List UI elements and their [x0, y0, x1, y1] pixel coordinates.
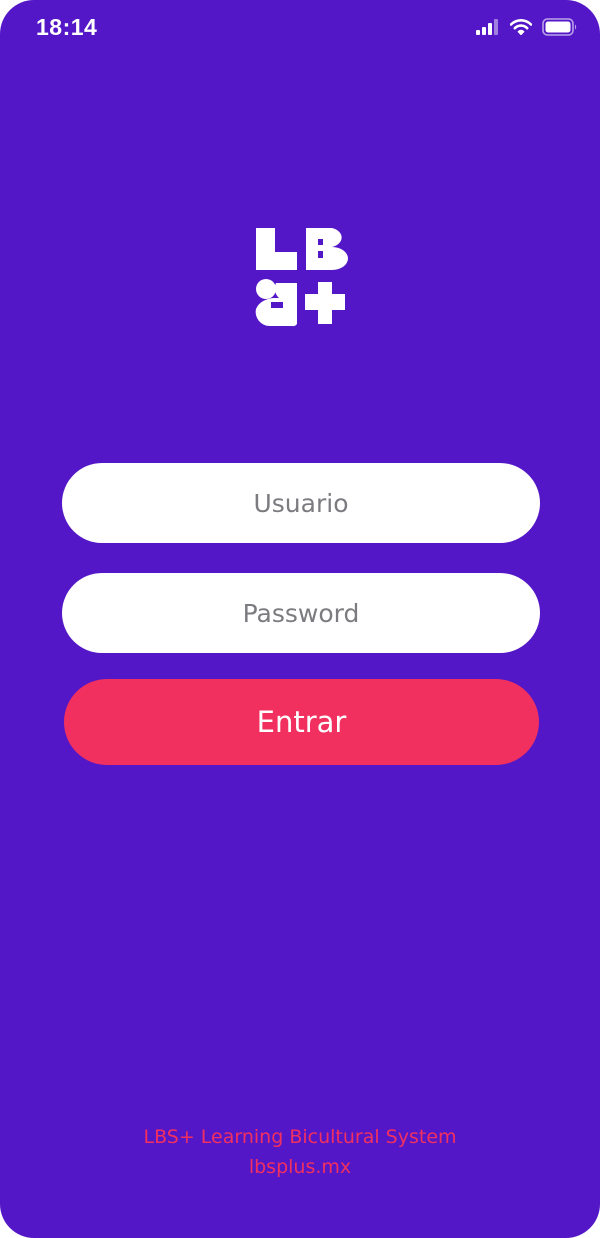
wifi-icon	[509, 19, 533, 39]
lbs-plus-logo-mark	[255, 228, 348, 327]
username-field[interactable]	[62, 463, 540, 543]
status-time: 18:14	[36, 14, 98, 40]
password-field[interactable]	[62, 573, 540, 653]
login-button[interactable]: Entrar	[64, 679, 539, 765]
footer-website-link[interactable]: lbsplus.mx	[0, 1156, 600, 1178]
signal-icon	[476, 19, 500, 39]
footer-tagline: LBS+ Learning Bicultural System	[143, 1126, 457, 1148]
login-screen: 18:14 Usuario Entrar LBS+ Learning Bicul…	[0, 0, 600, 1238]
lbs-plus-logo	[254, 226, 350, 328]
battery-icon	[542, 18, 578, 40]
status-icons	[466, 18, 578, 40]
